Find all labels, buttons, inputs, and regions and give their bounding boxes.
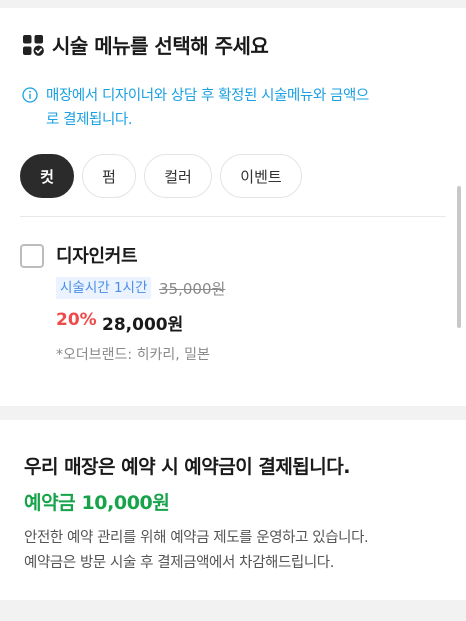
menu-selection-section: 시술 메뉴를 선택해 주세요 매장에서 디자이너와 상담 후 확정된 시술메뉴와…	[0, 8, 466, 406]
deposit-desc-line-1: 안전한 예약 관리를 위해 예약금 제도를 운영하고 있습니다.	[24, 530, 369, 546]
info-icon	[22, 87, 38, 103]
menu-item-name: 디자인커트	[56, 246, 138, 267]
top-divider-band	[0, 0, 466, 8]
notice-line-2: 로 결제됩니다.	[46, 112, 133, 128]
tab-perm[interactable]: 펌	[82, 154, 136, 198]
scrollbar[interactable]	[457, 186, 461, 328]
notice-line-1: 매장에서 디자이너와 상담 후 확정된 시술메뉴와 금액으	[46, 88, 369, 104]
discount-rate: 20%	[56, 310, 97, 330]
brand-note: *오더브랜드: 히카리, 밀본	[56, 347, 210, 363]
tab-event[interactable]: 이벤트	[220, 154, 302, 198]
duration-badge: 시술시간 1시간	[56, 277, 152, 299]
original-price: 35,000원	[159, 280, 226, 298]
deposit-desc-line-2: 예약금은 방문 시술 후 결제금액에서 차감해드립니다.	[24, 555, 334, 571]
deposit-heading: 우리 매장은 예약 시 예약금이 결제됩니다.	[24, 456, 350, 478]
section-gap	[0, 406, 466, 420]
deposit-amount: 예약금 10,000원	[24, 492, 170, 514]
menu-check-icon	[23, 34, 44, 56]
page-title: 시술 메뉴를 선택해 주세요	[52, 34, 269, 58]
section-header: 시술 메뉴를 선택해 주세요	[22, 30, 269, 59]
tabs-divider	[20, 216, 446, 217]
tab-cut[interactable]: 컷	[20, 154, 74, 198]
deposit-description: 안전한 예약 관리를 위해 예약금 제도를 운영하고 있습니다. 예약금은 방문…	[24, 526, 369, 576]
tab-color[interactable]: 컬러	[144, 154, 212, 198]
menu-item-checkbox[interactable]	[20, 244, 44, 268]
bottom-divider-band	[0, 600, 466, 621]
category-tabs: 컷 펌 컬러 이벤트	[20, 154, 310, 198]
deposit-section: 우리 매장은 예약 시 예약금이 결제됩니다. 예약금 10,000원 안전한 …	[0, 420, 466, 600]
payment-notice: 매장에서 디자이너와 상담 후 확정된 시술메뉴와 금액으 로 결제됩니다.	[22, 84, 452, 132]
sale-price: 28,000원	[102, 315, 184, 335]
notice-text: 매장에서 디자이너와 상담 후 확정된 시술메뉴와 금액으 로 결제됩니다.	[46, 84, 369, 132]
